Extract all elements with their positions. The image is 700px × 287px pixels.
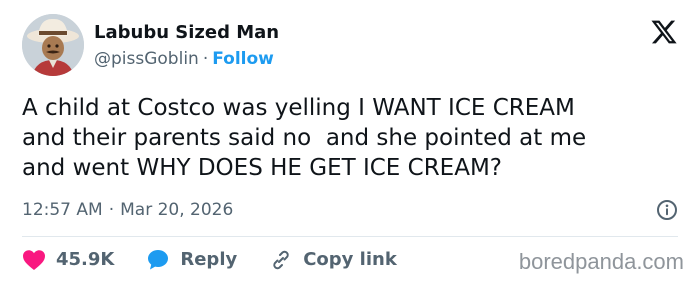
follow-button[interactable]: Follow [212,49,274,69]
avatar-image [22,14,84,76]
info-icon[interactable] [656,199,678,221]
display-name[interactable]: Labubu Sized Man [94,22,279,44]
tweet-text: A child at Costco was yelling I WANT ICE… [22,95,587,181]
reply-bubble-icon [148,250,169,270]
handle-row: @pissGoblin · Follow [94,48,279,70]
tweet-card: Labubu Sized Man @pissGoblin · Follow A ch… [0,0,700,287]
likes-count: 45.9K [56,249,115,270]
reply-label: Reply [180,249,238,270]
handle[interactable]: @pissGoblin [94,49,199,69]
like-button[interactable]: 45.9K [22,249,114,271]
tweet-date: Mar 20, 2026 [120,200,234,220]
link-icon [273,250,289,270]
watermark: boredpanda.com [518,249,684,274]
timestamp[interactable]: 12:57 AM · Mar 20, 2026 [22,199,233,221]
time-separator: · [108,200,115,220]
copy-link-label: Copy link [303,249,397,270]
x-logo-icon[interactable] [650,18,678,46]
author-info: Labubu Sized Man @pissGoblin · Follow [94,22,279,70]
avatar[interactable] [22,14,84,76]
handle-separator: · [202,49,209,69]
tweet-time: 12:57 AM [22,200,103,220]
copy-link-button[interactable]: Copy link [269,248,397,272]
divider [22,236,678,237]
action-bar: 45.9K Reply Copy link [22,247,429,273]
reply-button[interactable]: Reply [146,248,237,272]
heart-icon [23,250,45,270]
